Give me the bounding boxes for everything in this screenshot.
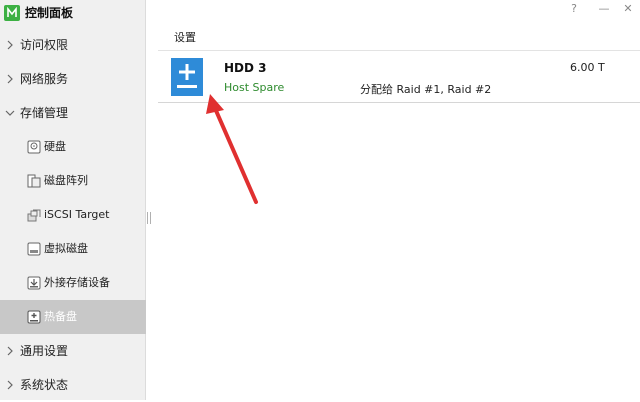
- control-panel-logo-icon: [4, 5, 20, 21]
- sidebar-item-system-status[interactable]: 系统状态: [0, 368, 146, 402]
- chevron-right-icon: [7, 74, 13, 84]
- disk-name: HDD 3: [224, 61, 267, 75]
- section-title: 设置: [174, 31, 196, 44]
- raid-icon: [27, 174, 41, 188]
- sidebar-subitem-hot-spare[interactable]: 热备盘: [0, 300, 146, 334]
- sidebar-item-general-settings[interactable]: 通用设置: [0, 334, 146, 368]
- app-header: 控制面板: [0, 0, 146, 26]
- sidebar-subitem-label: 硬盘: [44, 140, 66, 153]
- sidebar-subitem-label: 磁盘阵列: [44, 174, 88, 187]
- help-button[interactable]: ?: [566, 2, 582, 16]
- disk-list-item[interactable]: HDD 3 Host Spare 分配给 Raid #1, Raid #2 6.…: [158, 50, 640, 103]
- hdd-icon: [27, 140, 41, 154]
- sidebar-item-label: 通用设置: [20, 344, 69, 358]
- hot-spare-icon: [27, 310, 41, 324]
- sidebar: 控制面板 访问权限 网络服务 存储管理 硬盘 磁盘阵列 iSCSI Target: [0, 0, 146, 400]
- sidebar-item-label: 系统状态: [20, 378, 69, 392]
- annotation-arrow-icon: [206, 94, 258, 204]
- sidebar-subitem-raid[interactable]: 磁盘阵列: [0, 164, 146, 198]
- sidebar-item-label: 访问权限: [20, 38, 69, 52]
- external-storage-icon: [27, 276, 41, 290]
- sidebar-subitem-label: iSCSI Target: [44, 208, 110, 221]
- disk-assignment: 分配给 Raid #1, Raid #2: [360, 83, 492, 96]
- close-button[interactable]: ✕: [620, 2, 636, 16]
- minimize-button[interactable]: —: [596, 2, 612, 16]
- virtual-disk-icon: [27, 242, 41, 256]
- chevron-right-icon: [7, 346, 13, 356]
- sidebar-subitem-external-storage[interactable]: 外接存储设备: [0, 266, 146, 300]
- app-title: 控制面板: [25, 6, 74, 20]
- sidebar-item-storage-management[interactable]: 存储管理: [0, 96, 146, 130]
- iscsi-icon: [27, 209, 41, 222]
- sidebar-subitem-hdd[interactable]: 硬盘: [0, 130, 146, 164]
- hot-spare-disk-icon: [171, 58, 203, 96]
- chevron-down-icon: [5, 110, 15, 116]
- sidebar-subitem-label: 热备盘: [44, 310, 77, 323]
- chevron-right-icon: [7, 40, 13, 50]
- sidebar-subitem-label: 虚拟磁盘: [44, 242, 88, 255]
- sidebar-subitem-iscsi-target[interactable]: iSCSI Target: [0, 198, 146, 232]
- sidebar-item-label: 网络服务: [20, 72, 69, 86]
- panel-splitter-handle[interactable]: [147, 212, 151, 224]
- sidebar-subitem-label: 外接存储设备: [44, 276, 110, 289]
- disk-size: 6.00 T: [570, 61, 605, 74]
- sidebar-item-access-rights[interactable]: 访问权限: [0, 28, 146, 62]
- disk-status: Host Spare: [224, 81, 285, 94]
- sidebar-item-label: 存储管理: [20, 106, 69, 120]
- sidebar-subitem-virtual-disk[interactable]: 虚拟磁盘: [0, 232, 146, 266]
- chevron-right-icon: [7, 380, 13, 390]
- sidebar-item-network-services[interactable]: 网络服务: [0, 62, 146, 96]
